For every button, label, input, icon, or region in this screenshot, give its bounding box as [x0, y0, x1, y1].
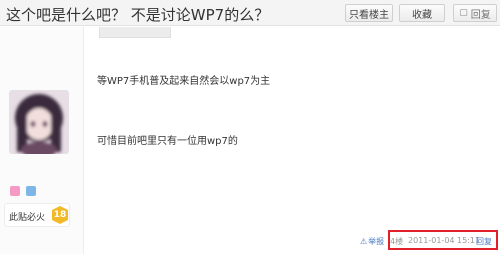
post-content-line: 等WP7手机普及起来自然会以wp7为主: [97, 76, 271, 87]
only-louzhu-button[interactable]: 只看楼主: [345, 4, 393, 22]
warning-icon: ⚠: [360, 237, 368, 246]
reply-button[interactable]: ▢ 回复: [453, 4, 497, 22]
level-badge: 此贴必火 18: [4, 203, 70, 227]
level-number: 18: [52, 206, 68, 224]
report-label: 举报: [368, 237, 385, 246]
author-sidebar: 此贴必火 18: [0, 27, 84, 254]
thread-title: 这个吧是什么吧？ 不是讨论WP7的么？: [6, 6, 270, 24]
avatar-image: [9, 90, 69, 154]
report-link[interactable]: ⚠ 举报: [360, 236, 384, 247]
avatar[interactable]: [9, 90, 69, 154]
reply-icon: ▢: [459, 8, 468, 18]
badge-icon: [26, 186, 36, 196]
highlight-box: [388, 230, 498, 250]
reply-button-label: 回复: [470, 9, 491, 21]
blurred-button: [99, 27, 171, 38]
badge-icon: [10, 186, 20, 196]
favorite-button[interactable]: 收藏: [399, 4, 445, 22]
post-header: 这个吧是什么吧？ 不是讨论WP7的么？ 只看楼主 收藏 ▢ 回复: [0, 0, 500, 26]
level-title: 此贴必火: [9, 213, 46, 223]
post-content-line: 可惜目前吧里只有一位用wp7的: [97, 136, 238, 147]
